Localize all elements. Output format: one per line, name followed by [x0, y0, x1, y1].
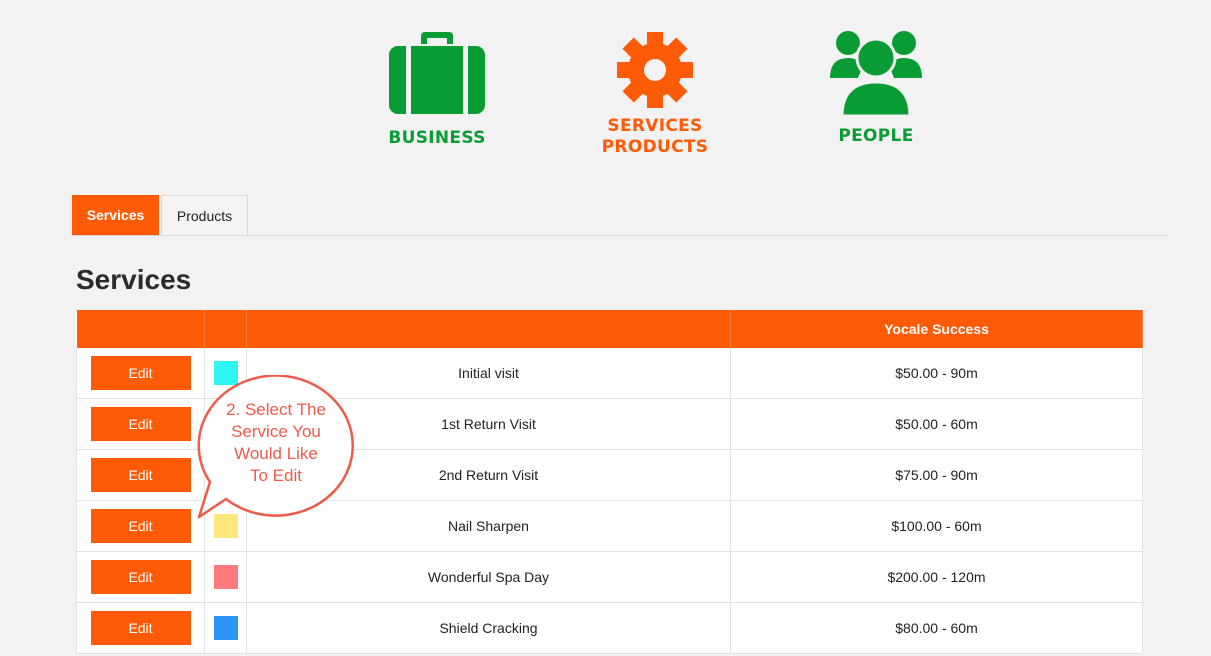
gear-icon [615, 30, 695, 110]
people-icon [828, 30, 924, 116]
nav-people[interactable]: PEOPLE [796, 30, 956, 147]
callout-line-1: 2. Select The [226, 400, 326, 419]
service-price: $75.00 - 90m [730, 449, 1143, 501]
color-swatch [213, 565, 238, 589]
callout-line-4: To Edit [250, 466, 302, 485]
service-price: $80.00 - 60m [730, 602, 1143, 654]
page-title: Services [76, 264, 192, 295]
edit-button[interactable]: Edit [90, 611, 191, 645]
edit-button[interactable]: Edit [90, 458, 191, 492]
callout-line-3: Would Like [234, 444, 318, 463]
table-row[interactable]: Edit Shield Cracking $80.00 - 60m [76, 602, 1143, 654]
tab-services[interactable]: Services [72, 195, 159, 235]
edit-cell: Edit [76, 551, 205, 603]
service-price: $50.00 - 90m [730, 348, 1143, 399]
tab-products[interactable]: Products [161, 195, 248, 235]
service-price: $100.00 - 60m [730, 500, 1143, 552]
header-edit [76, 310, 205, 348]
edit-cell: Edit [76, 348, 205, 399]
header-name [246, 310, 731, 348]
instruction-callout: 2. Select The Service You Would Like To … [196, 374, 356, 520]
nav-products-label: PRODUCTS [601, 137, 709, 157]
service-price: $200.00 - 120m [730, 551, 1143, 603]
color-swatch [213, 616, 238, 640]
nav-business-label: BUSINESS [388, 128, 486, 148]
service-name: Wonderful Spa Day [246, 551, 731, 603]
header-color [204, 310, 247, 348]
service-name: Shield Cracking [246, 602, 731, 654]
nav-services-label: SERVICES [607, 116, 703, 136]
tab-bar: Services Products [72, 195, 1169, 236]
edit-button[interactable]: Edit [90, 356, 191, 390]
color-cell [204, 551, 247, 603]
nav-services-products[interactable]: SERVICES PRODUCTS [575, 30, 735, 158]
table-row[interactable]: Edit Wonderful Spa Day $200.00 - 120m [76, 551, 1143, 603]
edit-button[interactable]: Edit [90, 560, 191, 594]
color-cell [204, 602, 247, 654]
briefcase-icon [387, 30, 487, 116]
service-price: $50.00 - 60m [730, 398, 1143, 450]
nav-business[interactable]: BUSINESS [357, 30, 517, 149]
nav-people-label: PEOPLE [838, 126, 914, 146]
edit-cell: Edit [76, 398, 205, 450]
callout-line-2: Service You [231, 422, 321, 441]
edit-cell: Edit [76, 602, 205, 654]
header-location: Yocale Success [730, 310, 1143, 348]
table-header-row: Yocale Success [76, 310, 1143, 348]
edit-button[interactable]: Edit [90, 407, 191, 441]
edit-button[interactable]: Edit [90, 509, 191, 543]
edit-cell: Edit [76, 449, 205, 501]
edit-cell: Edit [76, 500, 205, 552]
